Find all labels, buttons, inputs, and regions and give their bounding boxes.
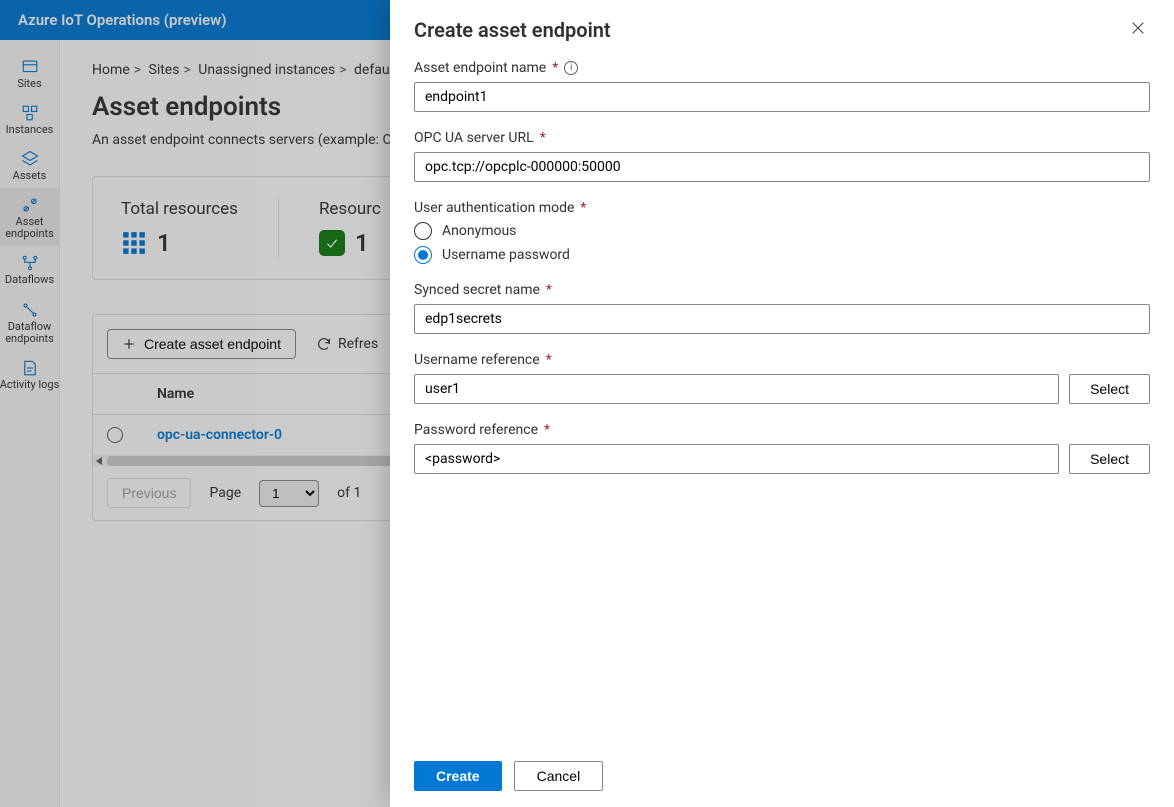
create-asset-endpoint-button[interactable]: Create asset endpoint [107,329,296,359]
auth-userpass-radio[interactable]: Username password [414,246,1150,264]
sidenav-item-instances[interactable]: Instances [0,96,60,142]
card-title: Total resources [121,199,238,219]
sidenav-label: Instances [6,124,54,136]
button-label: Refres [338,336,378,352]
site-icon [21,58,39,76]
password-ref-label: Password reference [414,422,538,438]
page-of-label: of 1 [337,485,361,501]
breadcrumb-item[interactable]: Unassigned instances [198,62,335,78]
sidenav-item-assets[interactable]: Assets [0,142,60,188]
username-ref-label: Username reference [414,352,540,368]
card-total-resources: Total resources 1 [121,199,279,257]
card-value: 1 [355,229,369,257]
sidenav-item-dataflow-endpoints[interactable]: Dataflow endpoints [0,293,60,351]
cancel-button[interactable]: Cancel [514,761,604,791]
sidenav-label: Dataflows [5,274,54,286]
info-icon[interactable]: i [564,61,578,75]
endpoint-name-input[interactable] [414,82,1150,112]
log-icon [21,359,39,377]
endpoint-name-label: Asset endpoint name [414,60,546,76]
create-endpoint-flyout: Create asset endpoint Asset endpoint nam… [390,0,1174,807]
breadcrumb-item[interactable]: Home [92,62,130,78]
radio-label: Username password [442,247,570,263]
sidenav: Sites Instances Assets Asset endpoints D… [0,40,60,807]
sidenav-item-sites[interactable]: Sites [0,50,60,96]
plus-icon [122,337,136,351]
server-url-label: OPC UA server URL [414,130,534,146]
sidenav-label: Asset endpoints [0,216,60,240]
sidenav-label: Assets [13,170,47,182]
dataflow-endpoint-icon [21,301,39,319]
card-value: 1 [157,229,171,257]
dataflow-icon [21,254,39,272]
sidenav-item-dataflows[interactable]: Dataflows [0,246,60,292]
sidenav-label: Sites [17,78,41,90]
password-select-button[interactable]: Select [1069,444,1150,474]
sidenav-label: Dataflow endpoints [0,321,60,345]
refresh-button[interactable]: Refres [316,336,378,352]
secret-name-label: Synced secret name [414,282,540,298]
button-label: Create asset endpoint [144,336,281,352]
page-select[interactable]: 1 [259,480,319,507]
radio-label: Anonymous [442,223,516,239]
grid-icon [121,230,147,256]
row-select[interactable] [107,427,123,443]
username-select-button[interactable]: Select [1069,374,1150,404]
page-label: Page [209,485,241,501]
password-ref-input[interactable] [414,444,1059,474]
secret-name-input[interactable] [414,304,1150,334]
create-button[interactable]: Create [414,761,502,791]
auth-anonymous-radio[interactable]: Anonymous [414,222,1150,240]
breadcrumb-item[interactable]: Sites [149,62,180,78]
refresh-icon [316,336,332,352]
sidenav-item-asset-endpoints[interactable]: Asset endpoints [0,188,60,246]
endpoint-icon [21,196,39,214]
server-url-input[interactable] [414,152,1150,182]
sidenav-label: Activity logs [0,379,59,391]
previous-button[interactable]: Previous [107,478,191,508]
auth-mode-label: User authentication mode [414,200,574,216]
close-icon[interactable] [1130,20,1150,40]
flyout-title: Create asset endpoint [414,18,611,42]
card-title: Resourc [319,199,381,219]
username-ref-input[interactable] [414,374,1059,404]
appbar-title: Azure IoT Operations (preview) [18,11,227,29]
instances-icon [21,104,39,122]
assets-icon [21,150,39,168]
sidenav-item-activity-logs[interactable]: Activity logs [0,351,60,397]
check-icon [319,230,345,256]
